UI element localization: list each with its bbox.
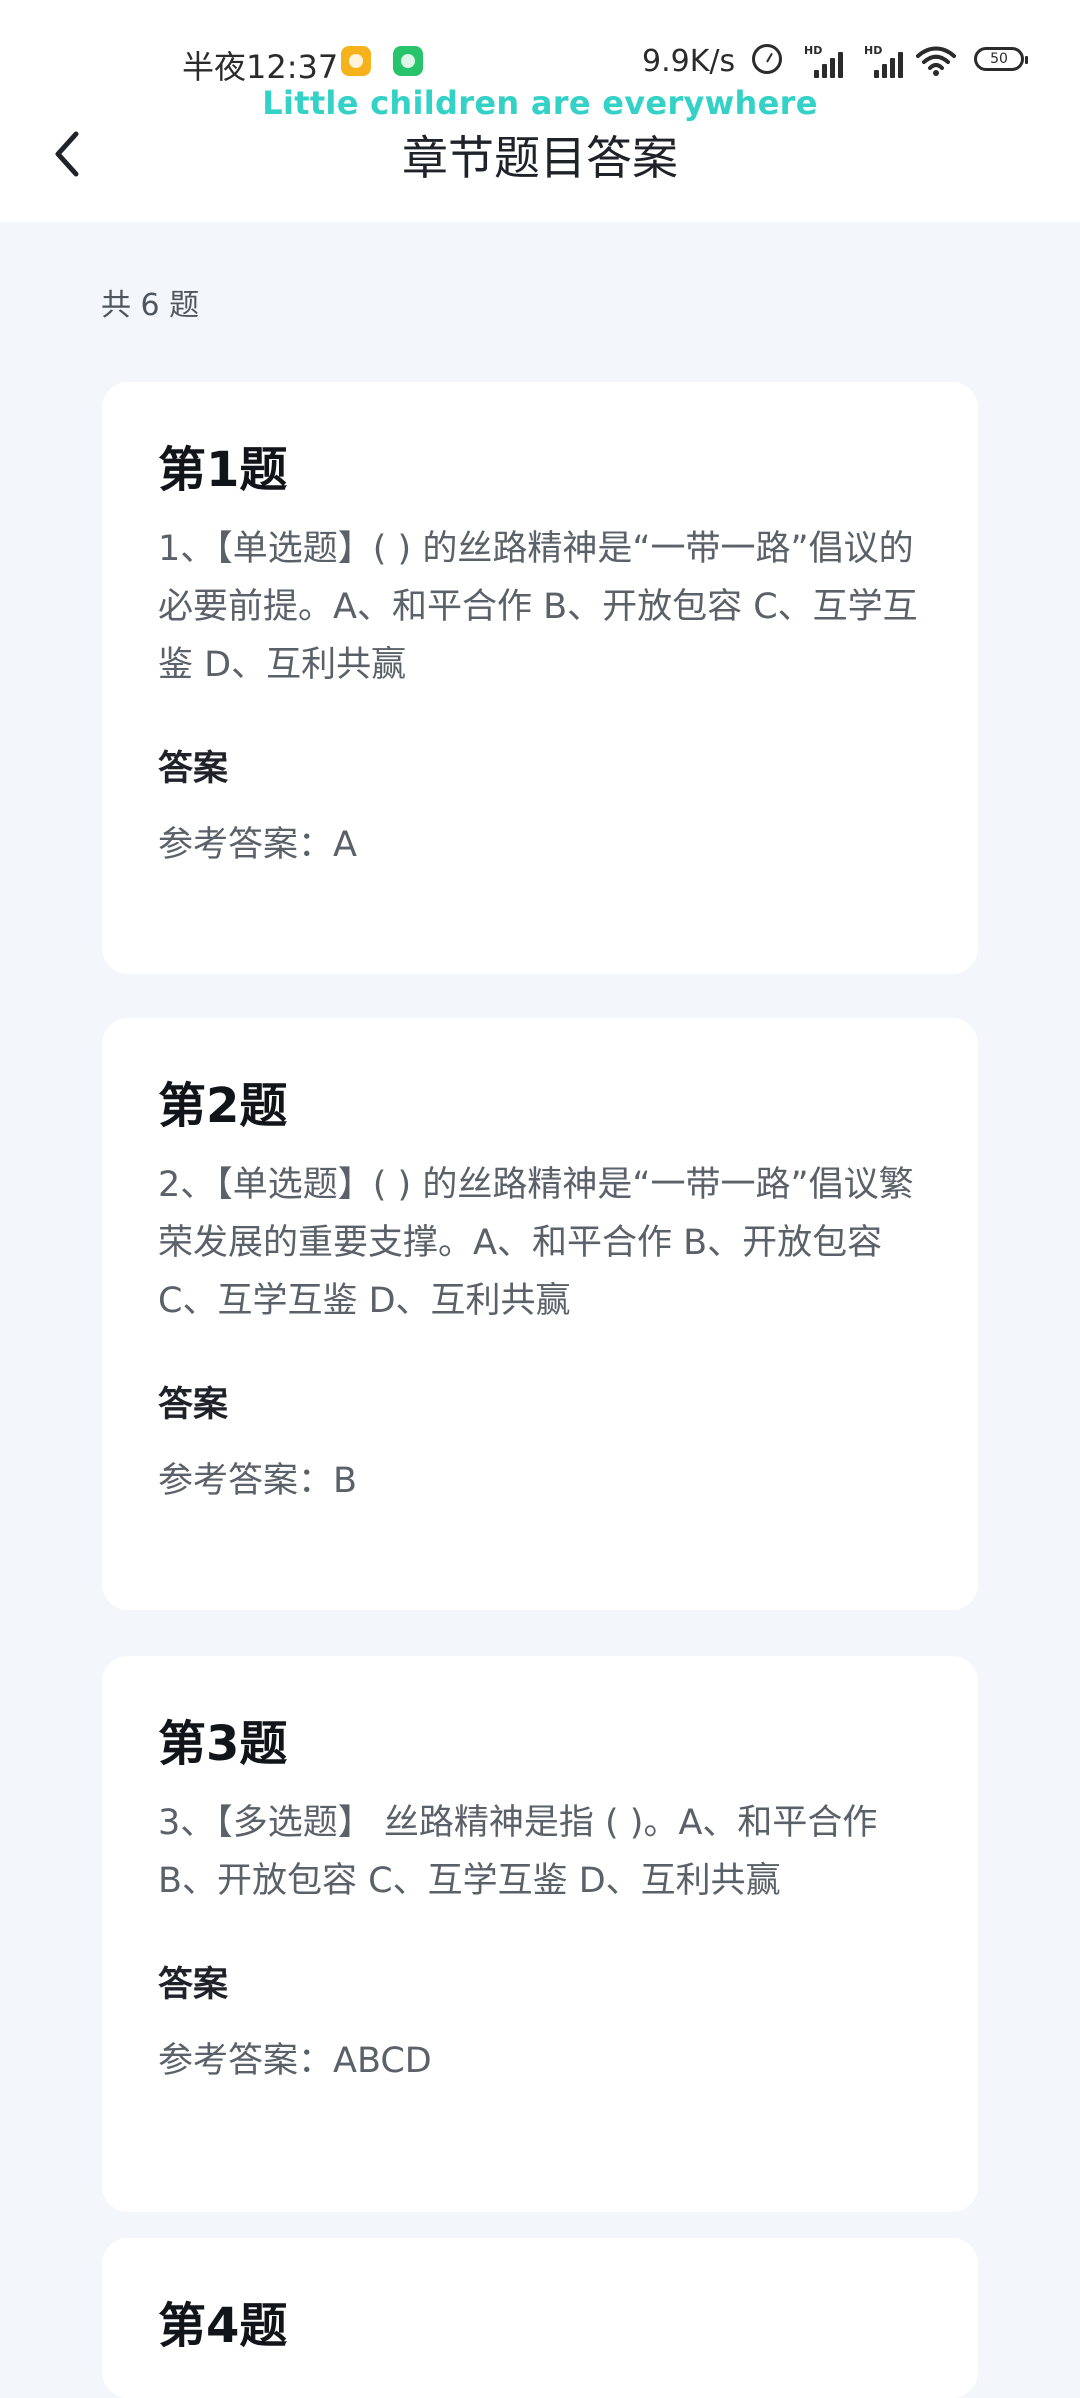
- wifi-icon: [916, 46, 956, 76]
- page-title: 章节题目答案: [402, 131, 678, 185]
- answer-heading: 答案: [158, 749, 229, 789]
- app-badge-icon: [393, 46, 423, 76]
- question-card[interactable]: 第1题 1、【单选题】( ) 的丝路精神是“一带一路”倡议的必要前提。A、和平合…: [102, 382, 978, 974]
- answer-text: 参考答案：B: [158, 1461, 358, 1501]
- answer-heading: 答案: [158, 1965, 229, 2005]
- battery-icon: 50: [974, 47, 1028, 71]
- question-title: 第3题: [158, 1716, 288, 1772]
- network-speed: 9.9K/s: [642, 44, 736, 79]
- status-icons: HD HD 50: [752, 44, 1028, 80]
- question-card[interactable]: 第2题 2、【单选题】( ) 的丝路精神是“一带一路”倡议繁荣发展的重要支撑。A…: [102, 1018, 978, 1610]
- question-title: 第4题: [158, 2298, 288, 2354]
- answer-heading: 答案: [158, 1385, 229, 1425]
- question-text: 2、【单选题】( ) 的丝路精神是“一带一路”倡议繁荣发展的重要支撑。A、和平合…: [158, 1165, 914, 1321]
- overlay-caption: Little children are everywhere: [262, 84, 818, 122]
- app-badge-icon: [341, 46, 371, 76]
- signal-icon: HD: [864, 44, 904, 80]
- answer-text: 参考答案：ABCD: [158, 2041, 432, 2081]
- question-list[interactable]: 共 6 题 第1题 1、【单选题】( ) 的丝路精神是“一带一路”倡议的必要前提…: [0, 222, 1080, 2398]
- question-text: 1、【单选题】( ) 的丝路精神是“一带一路”倡议的必要前提。A、和平合作 B、…: [158, 529, 918, 685]
- answer-text: 参考答案：A: [158, 825, 357, 865]
- question-text: 3、【多选题】 丝路精神是指 ( )。A、和平合作 B、开放包容 C、互学互鉴 …: [158, 1803, 878, 1901]
- signal-icon: HD: [804, 44, 844, 80]
- question-count: 共 6 题: [101, 288, 200, 323]
- status-time: 半夜12:37: [182, 48, 339, 86]
- question-title: 第2题: [158, 1078, 288, 1134]
- battery-level: 50: [990, 51, 1008, 67]
- alarm-icon: [752, 44, 782, 74]
- question-card[interactable]: 第3题 3、【多选题】 丝路精神是指 ( )。A、和平合作 B、开放包容 C、互…: [102, 1656, 978, 2212]
- question-title: 第1题: [158, 442, 288, 498]
- question-card[interactable]: 第4题: [102, 2238, 978, 2398]
